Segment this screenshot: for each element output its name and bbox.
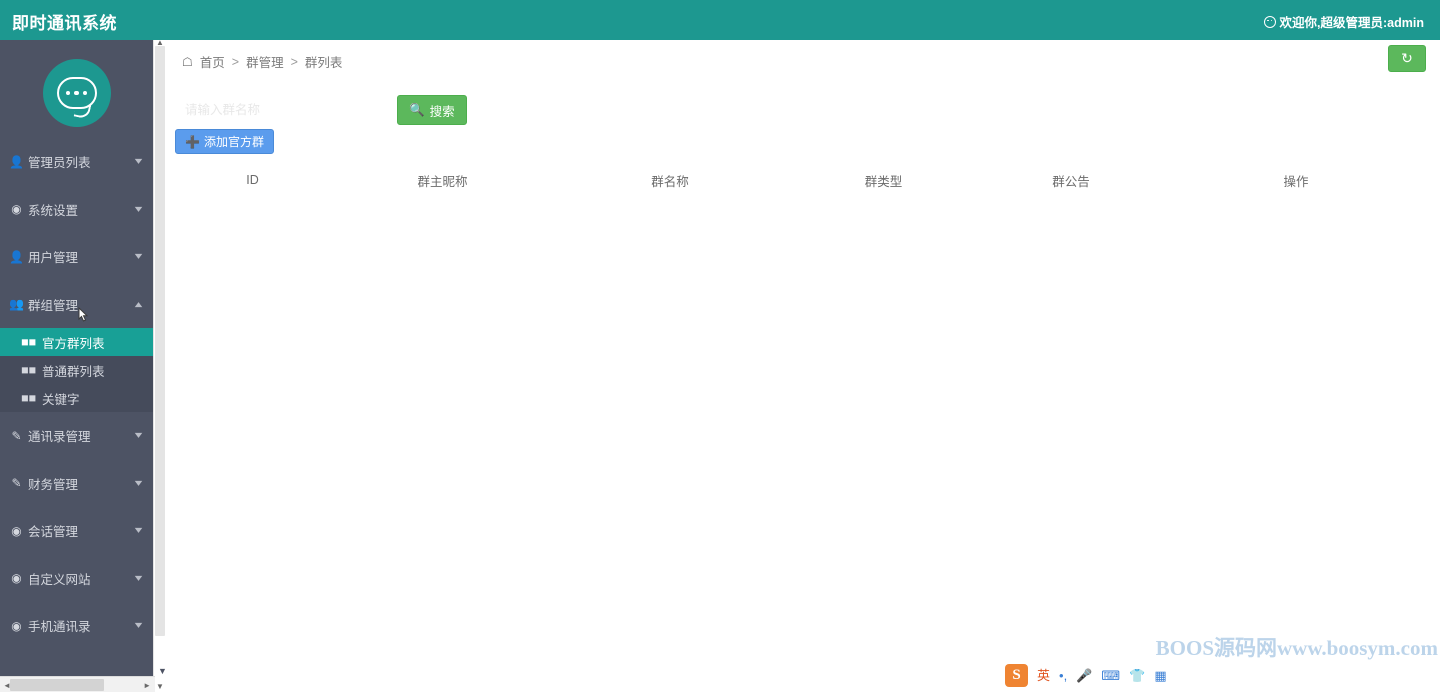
sidebar-subitem-label: 关键字 (42, 392, 80, 407)
user-greeting-label: 欢迎你,超级管理员:admin (1279, 16, 1424, 30)
user-greeting[interactable]: 欢迎你,超级管理员:admin (1263, 12, 1424, 31)
breadcrumb: ☖ 首页 > 群管理 > 群列表 (182, 52, 342, 71)
sidebar-item-keywords[interactable]: ■■ 关键字 (0, 384, 153, 412)
search-icon: 🔍 (409, 102, 425, 117)
scrollbar-thumb[interactable] (155, 46, 165, 636)
sidebar-logo (0, 40, 153, 138)
add-official-group-label: 添加官方群 (203, 135, 264, 149)
table-column-owner-nick: 群主昵称 (417, 174, 468, 189)
list-icon: ■■ (20, 335, 37, 349)
sidebar-collapse-caret-icon[interactable]: ▼ (158, 666, 167, 676)
scroll-right-arrow-icon[interactable]: ► (143, 681, 151, 690)
add-official-group-button[interactable]: ➕ 添加官方群 (175, 129, 274, 154)
table-column-announcement: 群公告 (1052, 174, 1090, 189)
horizontal-scrollbar-thumb[interactable] (10, 679, 104, 691)
sidebar-item-label: 群组管理 (28, 298, 79, 313)
chevron-down-icon: ▾ (134, 477, 143, 489)
sidebar-submenu-group-management: ■■ 官方群列表 ■■ 普通群列表 ■■ 关键字 (0, 328, 153, 412)
chat-circle-icon: ◉ (11, 571, 22, 586)
list-icon: ■■ (20, 363, 37, 377)
horizontal-scrollbar[interactable]: ◄ ► (0, 676, 155, 692)
site-watermark: BOOS源码网www.boosym.com (1155, 636, 1438, 660)
sidebar-item-mobile-contacts[interactable]: ◉ 手机通讯录 ▾ (0, 602, 153, 650)
users-group-icon: 👥 (9, 297, 24, 312)
breadcrumb-separator: > (231, 54, 240, 69)
sidebar-item-normal-group-list[interactable]: ■■ 普通群列表 (0, 356, 153, 384)
table-column-group-name: 群名称 (651, 174, 689, 189)
edit-square-icon: ✎ (11, 428, 22, 443)
breadcrumb-item-home[interactable]: 首页 (200, 52, 225, 71)
sidebar-item-finance-management[interactable]: ✎ 财务管理 ▾ (0, 460, 153, 508)
smiley-face-icon (1263, 15, 1276, 28)
sidebar-item-label: 通讯录管理 (28, 430, 91, 445)
skin-shirt-icon[interactable]: 👕 (1129, 669, 1145, 682)
chat-bubble-logo-icon (42, 59, 111, 127)
sidebar-item-system-settings[interactable]: ◉ 系统设置 ▾ (0, 186, 153, 234)
plus-icon: ➕ (185, 134, 200, 149)
chevron-up-icon: ▾ (134, 298, 143, 310)
sidebar-item-label: 财务管理 (28, 477, 79, 492)
user-icon: 👤 (9, 249, 24, 264)
table-column-actions: 操作 (1283, 174, 1309, 189)
list-icon: ■■ (20, 391, 37, 405)
sidebar-subitem-label: 普通群列表 (42, 364, 105, 379)
chevron-down-icon: ▾ (134, 620, 143, 632)
sidebar-item-user-management[interactable]: 👤 用户管理 ▾ (0, 233, 153, 281)
search-button-label: 搜索 (429, 104, 455, 119)
chevron-down-icon: ▾ (134, 251, 143, 263)
breadcrumb-separator: > (290, 54, 298, 69)
sidebar-item-group-management[interactable]: 👥 群组管理 ▾ (0, 281, 153, 329)
sidebar-item-label: 手机通讯录 (28, 620, 91, 635)
refresh-icon: ↻ (1401, 50, 1413, 66)
search-button[interactable]: 🔍 搜索 (397, 95, 467, 125)
language-chinese-english-icon[interactable]: 英 (1037, 669, 1050, 682)
app-root: 即时通讯系统 欢迎你,超级管理员:admin 👤 管理员列表 ▾ ◉ 系统设置 … (0, 0, 1440, 692)
home-icon: ☖ (182, 54, 193, 69)
edit-square-icon: ✎ (11, 476, 22, 491)
chevron-down-icon: ▾ (134, 572, 143, 584)
sidebar-menu: 👤 管理员列表 ▾ ◉ 系统设置 ▾ 👤 用户管理 ▾ 👥 群组管理 ▾ ■■ … (0, 138, 153, 650)
sidebar-item-official-group-list[interactable]: ■■ 官方群列表 (0, 328, 153, 356)
chevron-down-icon: ▾ (134, 156, 143, 168)
sidebar-item-label: 会话管理 (28, 525, 79, 540)
scroll-down-arrow-icon[interactable]: ▼ (156, 683, 164, 691)
sidebar-item-admin-list[interactable]: 👤 管理员列表 ▾ (0, 138, 153, 186)
sogou-logo-icon[interactable]: S (1005, 664, 1028, 687)
gear-icon: ◉ (11, 202, 22, 217)
table-column-group-type: 群类型 (864, 174, 903, 189)
table-body (175, 198, 1432, 238)
sidebar-vertical-scrollbar[interactable]: ▲ ▼ (153, 39, 166, 692)
table-column-id: ID (246, 173, 259, 187)
user-icon: 👤 (9, 154, 24, 169)
refresh-button[interactable]: ↻ (1388, 45, 1426, 72)
toolbox-grid-icon[interactable]: ▦ (1154, 669, 1166, 682)
sidebar-item-label: 用户管理 (28, 251, 79, 266)
breadcrumb-item-group-management[interactable]: 群管理 (246, 52, 284, 71)
group-list-table: ID 群主昵称 群名称 群类型 群公告 操作 (175, 162, 1432, 238)
sidebar-item-session-management[interactable]: ◉ 会话管理 ▾ (0, 507, 153, 555)
chevron-down-icon: ▾ (134, 203, 143, 215)
keyboard-icon[interactable]: ⌨ (1101, 669, 1120, 682)
sidebar-subitem-label: 官方群列表 (42, 336, 105, 351)
sidebar-item-custom-website[interactable]: ◉ 自定义网站 ▾ (0, 555, 153, 603)
sidebar-item-label: 系统设置 (28, 203, 79, 218)
breadcrumb-item-group-list: 群列表 (304, 56, 343, 70)
search-input[interactable] (179, 95, 384, 125)
sidebar: 👤 管理员列表 ▾ ◉ 系统设置 ▾ 👤 用户管理 ▾ 👥 群组管理 ▾ ■■ … (0, 40, 153, 692)
table-header-row: ID 群主昵称 群名称 群类型 群公告 操作 (175, 162, 1432, 198)
sidebar-item-contacts-management[interactable]: ✎ 通讯录管理 ▾ (0, 412, 153, 460)
microphone-icon[interactable]: 🎤 (1076, 669, 1092, 682)
sidebar-item-label: 管理员列表 (28, 156, 91, 171)
chevron-down-icon: ▾ (134, 430, 143, 442)
chat-circle-icon: ◉ (11, 523, 22, 538)
chevron-down-icon: ▾ (134, 525, 143, 537)
top-header-bar: 即时通讯系统 欢迎你,超级管理员:admin (0, 0, 1440, 40)
chat-circle-icon: ◉ (11, 618, 22, 633)
sogou-ime-toolbar: S 英 •, 🎤 ⌨ 👕 ▦ (1005, 664, 1167, 687)
punctuation-icon[interactable]: •, (1059, 669, 1067, 682)
sidebar-item-label: 自定义网站 (28, 572, 91, 587)
search-row: 🔍 搜索 (175, 95, 1430, 129)
main-content: ☖ 首页 > 群管理 > 群列表 ↻ 🔍 搜索 ➕ 添加官方群 ID 群主昵称 (167, 40, 1440, 692)
app-title: 即时通讯系统 (12, 14, 117, 33)
